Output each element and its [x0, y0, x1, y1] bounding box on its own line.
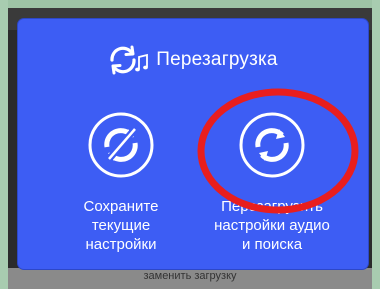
- label-line: и поиска: [241, 236, 303, 253]
- dialog-title: Перезагрузка: [156, 49, 278, 70]
- label-line: текущие: [91, 217, 151, 234]
- label-line: настройки аудио: [214, 217, 330, 234]
- screen-border-right: [372, 0, 380, 289]
- restart-music-icon: [110, 45, 149, 75]
- dialog-header: Перезагрузка: [18, 43, 368, 77]
- background-bottom-text: заменить загрузку: [143, 270, 237, 282]
- app-screen: заменить загрузку Перезагрузка Сохраните…: [0, 0, 380, 289]
- background-bottom-bar: заменить загрузку: [8, 268, 372, 289]
- label-line: настройки: [85, 236, 157, 253]
- label-line: Сохраните: [83, 198, 159, 215]
- save-settings-label: Сохраните текущие настройки: [46, 197, 196, 254]
- save-settings-option[interactable]: Сохраните текущие настройки: [46, 111, 196, 254]
- screen-border-left: [0, 0, 8, 289]
- annotation-highlight-ellipse: [197, 88, 359, 214]
- sync-disabled-icon: [88, 112, 154, 178]
